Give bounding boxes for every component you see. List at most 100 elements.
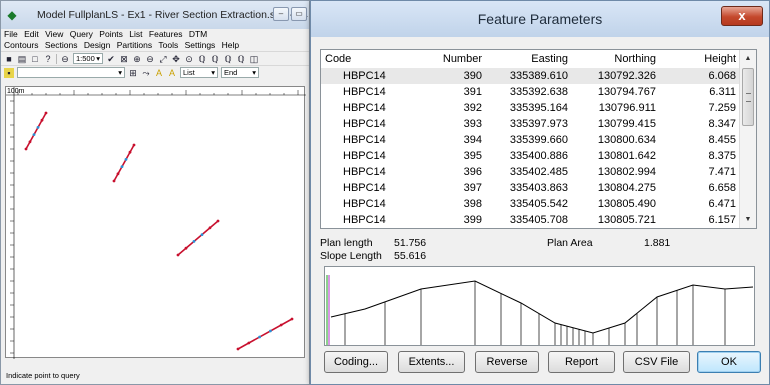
cell-height: 6.658 [708,182,736,194]
list-select[interactable]: List ▾ [180,67,218,78]
app-window: ◆ Model FullplanLS - Ex1 - River Section… [0,0,310,385]
table-row[interactable]: HBPC14 394 335399.660 130800.634 8.455 [321,132,740,148]
end-select[interactable]: End ▾ [221,67,259,78]
close-button[interactable]: x [721,6,763,26]
scroll-up-icon[interactable]: ▲ [740,50,756,67]
scroll-down-icon[interactable]: ▼ [740,211,756,228]
menu-list[interactable]: List [129,29,142,39]
dialog-titlebar[interactable]: Feature Parameters x [311,1,769,37]
report-button[interactable]: Report [548,351,615,373]
feature-string-line [237,318,293,350]
scroll-thumb[interactable] [742,68,754,126]
column-header-height[interactable]: Height [660,50,740,68]
app-titlebar[interactable]: ◆ Model FullplanLS - Ex1 - River Section… [1,1,309,29]
ok-button[interactable]: OK [697,351,761,373]
csv-file-button[interactable]: CSV File [623,351,690,373]
menu-edit[interactable]: Edit [24,29,39,39]
menu-help[interactable]: Help [222,40,239,50]
query-icon[interactable]: ℚ [197,54,207,64]
table-row[interactable]: HBPC14 397 335403.863 130804.275 6.658 [321,180,740,196]
cell-northing: 130802.994 [597,166,656,178]
feature-point [279,323,283,327]
feature-icon[interactable]: ⤳ [141,68,151,78]
table-body: HBPC14 390 335389.610 130792.326 6.068 HBPC14… [321,68,740,228]
cell-code: HBPC14 [343,150,386,162]
cell-easting: 335395.164 [509,102,568,114]
zoom-previous-icon[interactable]: ⊙ [184,54,194,64]
column-header-northing[interactable]: Northing [572,50,660,68]
table-scrollbar[interactable]: ▲ ▼ [739,50,756,228]
column-header-code[interactable]: Code [321,50,406,68]
layer-select[interactable]: ▾ [17,67,125,78]
cell-easting: 335392.638 [509,86,568,98]
menu-tools[interactable]: Tools [158,40,178,50]
preview-icon[interactable]: □ [30,54,40,64]
points-grid: Code Number Easting Northing Height HBPC… [321,50,740,228]
menu-file[interactable]: File [4,29,18,39]
menu-dtm[interactable]: DTM [189,29,207,39]
check-icon[interactable]: ✔ [106,54,116,64]
add-point-icon[interactable]: ⊞ [128,68,138,78]
table-row[interactable]: HBPC14 392 335395.164 130796.911 7.259 [321,100,740,116]
query-4-icon[interactable]: ℚ [236,54,246,64]
menu-view[interactable]: View [45,29,63,39]
menu-contours[interactable]: Contours [4,40,39,50]
reverse-button[interactable]: Reverse [475,351,539,373]
table-row[interactable]: HBPC14 395 335400.886 130801.642 8.375 [321,148,740,164]
text-b-icon[interactable]: A [167,68,177,78]
print-icon[interactable]: ▤ [17,54,27,64]
cell-easting: 335397.973 [509,118,568,130]
cell-easting: 335405.542 [509,198,568,210]
feature-point [44,111,48,115]
table-row[interactable]: HBPC14 391 335392.638 130794.767 6.311 [321,84,740,100]
plan-area-value: 1.881 [644,237,671,249]
table-row[interactable]: HBPC14 396 335402.485 130802.994 7.471 [321,164,740,180]
points-table: Code Number Easting Northing Height HBPC… [320,49,757,229]
scale-icon[interactable]: ⊖ [60,54,70,64]
column-header-number[interactable]: Number [406,50,486,68]
maximize-button[interactable]: ▭ [291,7,307,21]
cell-easting: 335405.708 [509,214,568,226]
query-2-icon[interactable]: ℚ [210,54,220,64]
save-icon[interactable]: ■ [4,54,14,64]
query-3-icon[interactable]: ℚ [223,54,233,64]
table-row[interactable]: HBPC14 398 335405.542 130805.490 6.471 [321,196,740,212]
cell-height: 6.311 [709,86,736,98]
cell-northing: 130805.721 [597,214,656,226]
cell-northing: 130801.642 [597,150,656,162]
scale-select[interactable]: 1:500 ▾ [73,53,103,64]
menu-features[interactable]: Features [149,29,183,39]
table-row[interactable]: HBPC14 399 335405.708 130805.721 6.157 [321,212,740,228]
zoom-out-icon[interactable]: ⊖ [145,54,155,64]
text-a-icon[interactable]: A [154,68,164,78]
menu-points[interactable]: Points [99,29,123,39]
table-row[interactable]: HBPC14 390 335389.610 130792.326 6.068 [321,68,740,84]
plan-area-label: Plan Area [547,237,593,249]
help-icon[interactable]: ? [43,54,53,64]
menu-settings[interactable]: Settings [185,40,216,50]
zoom-window-icon[interactable]: ⊠ [119,54,129,64]
feature-string-line [177,220,219,256]
column-header-easting[interactable]: Easting [486,50,572,68]
plan-view-canvas[interactable]: 100m [5,86,306,359]
table-row[interactable]: HBPC14 393 335397.973 130799.415 8.347 [321,116,740,132]
feature-point [120,165,124,168]
extents-button[interactable]: Extents... [398,351,465,373]
minimize-button[interactable]: – [273,7,289,21]
zoom-extents-icon[interactable]: ⤢ [158,54,168,64]
cell-height: 7.259 [708,102,736,114]
pan-icon[interactable]: ✥ [171,54,181,64]
cell-northing: 130792.326 [572,68,660,84]
zoom-in-icon[interactable]: ⊕ [132,54,142,64]
menu-query[interactable]: Query [70,29,93,39]
coding-button[interactable]: Coding... [324,351,388,373]
menu-sections[interactable]: Sections [45,40,78,50]
cell-code: HBPC14 [321,68,406,84]
menu-partitions[interactable]: Partitions [117,40,152,50]
feature-point [24,147,28,151]
layer-color-icon[interactable]: ▪ [4,67,14,78]
feature-point [112,179,116,183]
layers-icon[interactable]: ◫ [249,54,259,64]
menu-design[interactable]: Design [84,40,110,50]
feature-point [290,317,294,321]
